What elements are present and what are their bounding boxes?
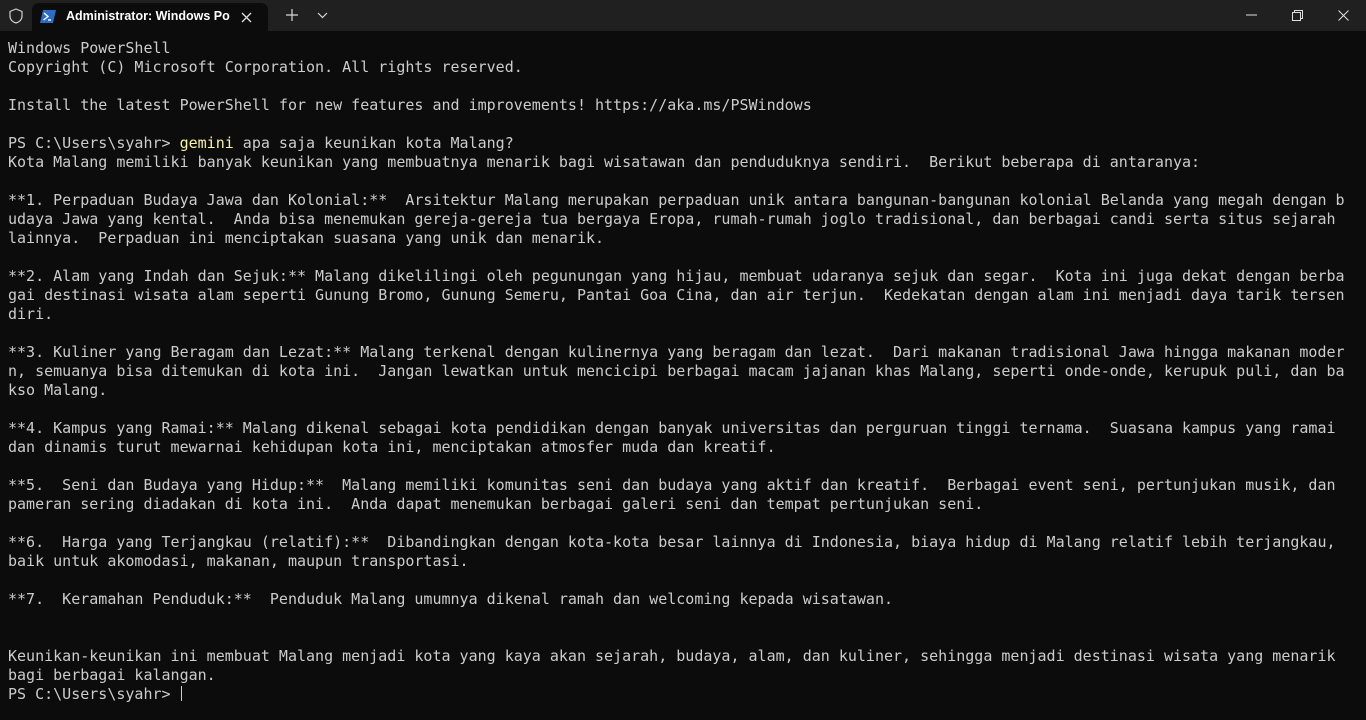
plus-icon[interactable] bbox=[280, 6, 304, 24]
command-args: apa saja keunikan kota Malang? bbox=[233, 134, 514, 152]
output-line: pameran sering diadakan di kota ini. And… bbox=[8, 495, 984, 513]
output-line: Windows PowerShell bbox=[8, 39, 171, 57]
prompt: PS C:\Users\syahr> bbox=[8, 134, 180, 152]
output-line: udaya Jawa yang kental. Anda bisa menemu… bbox=[8, 210, 1336, 228]
prompt-line: PS C:\Users\syahr> bbox=[8, 685, 1358, 704]
output-line: lainnya. Perpaduan ini menciptakan suasa… bbox=[8, 229, 605, 247]
text-cursor bbox=[180, 686, 182, 701]
prompt-line: PS C:\Users\syahr> gemini apa saja keuni… bbox=[8, 134, 1358, 153]
output-line: n, semuanya bisa ditemukan di kota ini. … bbox=[8, 362, 1345, 380]
output-line: Copyright (C) Microsoft Corporation. All… bbox=[8, 58, 523, 76]
window-close-icon[interactable] bbox=[1320, 0, 1366, 30]
output-line: dan dinamis turut mewarnai kehidupan kot… bbox=[8, 438, 776, 456]
output-line: **2. Alam yang Indah dan Sejuk:** Malang… bbox=[8, 267, 1345, 285]
output-line: Keunikan-keunikan ini membuat Malang men… bbox=[8, 647, 1336, 665]
output-line: **7. Keramahan Penduduk:** Penduduk Mala… bbox=[8, 590, 894, 608]
terminal-output[interactable]: Windows PowerShell Copyright (C) Microsof… bbox=[8, 39, 1358, 715]
output-line: **6. Harga yang Terjangkau (relatif):** … bbox=[8, 533, 1336, 551]
output-line: Kota Malang memiliki banyak keunikan yan… bbox=[8, 153, 1201, 171]
chevron-down-icon[interactable] bbox=[310, 6, 334, 24]
command-name: gemini bbox=[179, 134, 234, 152]
minimize-icon[interactable] bbox=[1228, 0, 1274, 30]
restore-icon[interactable] bbox=[1274, 0, 1320, 30]
output-line: Install the latest PowerShell for new fe… bbox=[8, 96, 812, 114]
title-bar: Administrator: Windows PowerShell bbox=[0, 0, 1366, 31]
output-line: **3. Kuliner yang Beragam dan Lezat:** M… bbox=[8, 343, 1345, 361]
powershell-icon bbox=[40, 8, 56, 24]
output-line: diri. bbox=[8, 305, 54, 323]
output-line: bagi berbagai kalangan. bbox=[8, 666, 216, 684]
tab-powershell[interactable]: Administrator: Windows PowerShell bbox=[32, 3, 268, 31]
output-line: **5. Seni dan Budaya yang Hidup:** Malan… bbox=[8, 476, 1336, 494]
prompt: PS C:\Users\syahr> bbox=[8, 685, 180, 703]
close-icon[interactable] bbox=[238, 9, 254, 25]
output-line: **1. Perpaduan Budaya Jawa dan Kolonial:… bbox=[8, 191, 1345, 209]
output-line: baik untuk akomodasi, makanan, maupun tr… bbox=[8, 552, 469, 570]
shield-icon bbox=[8, 7, 24, 24]
output-line: gai destinasi wisata alam seperti Gunung… bbox=[8, 286, 1345, 304]
tab-title: Administrator: Windows PowerShell bbox=[66, 9, 230, 23]
output-line: **4. Kampus yang Ramai:** Malang dikenal… bbox=[8, 419, 1336, 437]
output-line: kso Malang. bbox=[8, 381, 108, 399]
